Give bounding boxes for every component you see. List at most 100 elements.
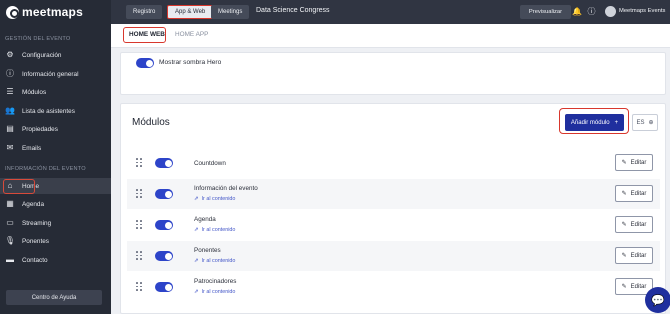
module-toggle[interactable] <box>155 282 173 292</box>
globe-icon: ⊕ <box>648 120 654 126</box>
go-to-content-link[interactable]: ⇗ Ir al contenido <box>194 227 235 233</box>
link-icon: ⇗ <box>194 258 199 264</box>
add-module-label: Añadir módulo <box>570 119 610 126</box>
avatar[interactable] <box>605 6 616 17</box>
drag-handle-icon[interactable] <box>136 189 142 198</box>
module-row-countdown: Countdown ✎ Editar <box>127 148 660 178</box>
chat-support-button[interactable]: 💬 <box>645 287 670 313</box>
subtabs-bar: HOME WEB HOME APP <box>111 24 670 48</box>
drag-handle-icon[interactable] <box>136 282 142 291</box>
hero-shadow-toggle[interactable] <box>136 58 154 68</box>
module-name: Información del evento <box>194 185 258 192</box>
users-icon: 👥 <box>5 106 15 115</box>
language-label: ES <box>636 119 645 126</box>
module-name: Agenda <box>194 216 216 223</box>
tab-meetings[interactable]: Meetings <box>211 5 250 19</box>
drag-handle-icon[interactable] <box>136 158 142 167</box>
tab-app-web[interactable]: App & Web <box>167 5 214 19</box>
drag-handle-icon[interactable] <box>136 251 142 260</box>
sidebar-item-lista-asistentes[interactable]: 👥 Lista de asistentes <box>0 103 111 119</box>
sidebar-item-emails[interactable]: ✉ Emails <box>0 140 111 156</box>
sidebar-item-configuracion[interactable]: ⚙ Configuración <box>0 47 111 63</box>
edit-button[interactable]: ✎ Editar <box>615 247 653 264</box>
sidebar-item-label: Propiedades <box>22 125 58 133</box>
calendar-icon: ▦ <box>6 199 14 208</box>
sidebar-item-propiedades[interactable]: ▤ Propiedades <box>0 121 111 137</box>
logo-text: meetmaps <box>22 5 83 19</box>
streaming-icon: ▭ <box>6 218 14 227</box>
sidebar-item-label: Streaming <box>22 219 52 227</box>
module-name: Patrocinadores <box>194 278 237 285</box>
edit-button[interactable]: ✎ Editar <box>615 216 653 233</box>
sidebar-item-modulos[interactable]: ☰ Módulos <box>0 84 111 100</box>
plus-icon: + <box>614 119 619 126</box>
microphone-icon: 🎙 <box>4 236 16 245</box>
tab-registro[interactable]: Registro <box>126 5 163 19</box>
add-module-button[interactable]: Añadir módulo + <box>565 114 624 131</box>
sidebar-item-agenda[interactable]: ▦ Agenda <box>0 196 111 212</box>
sidebar: meetmaps GESTIÓN DEL EVENTO ⚙ Configurac… <box>0 0 111 314</box>
edit-label: Editar <box>630 159 647 166</box>
link-icon: ⇗ <box>194 196 199 202</box>
user-name[interactable]: Meetmaps Events <box>619 8 665 14</box>
sidebar-item-contacto[interactable]: ▬ Contacto <box>0 252 111 268</box>
meetmaps-logo[interactable]: meetmaps <box>6 5 83 19</box>
properties-icon: ▤ <box>6 124 14 133</box>
link-icon: ⇗ <box>194 227 199 233</box>
modules-title: Módulos <box>132 117 170 128</box>
tab-home-app[interactable]: HOME APP <box>175 31 208 38</box>
sidebar-item-label: Emails <box>22 144 42 152</box>
link-icon: ⇗ <box>194 289 199 295</box>
gear-icon: ⚙ <box>6 50 14 59</box>
module-toggle[interactable] <box>155 189 173 199</box>
module-toggle[interactable] <box>155 251 173 261</box>
section-heading-info: INFORMACIÓN DEL EVENTO <box>5 166 86 172</box>
sidebar-item-streaming[interactable]: ▭ Streaming <box>0 215 111 231</box>
module-row-informacion: Información del evento ⇗ Ir al contenido… <box>127 179 660 209</box>
sidebar-item-ponentes[interactable]: 🎙 Ponentes <box>0 233 111 249</box>
sidebar-item-label: Módulos <box>22 88 47 96</box>
info-icon: ⓘ <box>6 69 14 78</box>
module-row-patrocinadores: Patrocinadores ⇗ Ir al contenido ✎ Edita… <box>127 272 660 302</box>
chat-icon: ▬ <box>6 255 14 264</box>
go-to-content-label: Ir al contenido <box>201 227 236 233</box>
edit-button[interactable]: ✎ Editar <box>615 154 653 171</box>
language-selector[interactable]: ES ⊕ <box>632 114 658 131</box>
edit-button[interactable]: ✎ Editar <box>615 185 653 202</box>
go-to-content-link[interactable]: ⇗ Ir al contenido <box>194 289 235 295</box>
edit-icon: ✎ <box>621 191 627 197</box>
module-name: Countdown <box>194 160 226 167</box>
edit-icon: ✎ <box>621 253 627 259</box>
event-title: Data Science Congress <box>256 7 330 14</box>
module-name: Ponentes <box>194 247 221 254</box>
module-toggle[interactable] <box>155 220 173 230</box>
mail-icon: ✉ <box>6 143 14 152</box>
sidebar-item-label: Información general <box>22 70 79 78</box>
sidebar-item-informacion-general[interactable]: ⓘ Información general <box>0 66 111 82</box>
go-to-content-link[interactable]: ⇗ Ir al contenido <box>194 258 235 264</box>
go-to-content-label: Ir al contenido <box>201 289 236 295</box>
logo-icon <box>6 5 19 19</box>
help-icon[interactable]: ⓘ <box>587 7 596 16</box>
hero-settings-card: Mostrar sombra Hero <box>120 52 666 95</box>
edit-label: Editar <box>630 252 647 259</box>
edit-label: Editar <box>630 190 647 197</box>
drag-handle-icon[interactable] <box>136 220 142 229</box>
tab-home-web[interactable]: HOME WEB <box>129 31 165 38</box>
help-center-button[interactable]: Centro de Ayuda <box>6 290 102 305</box>
go-to-content-link[interactable]: ⇗ Ir al contenido <box>194 196 235 202</box>
module-toggle[interactable] <box>155 158 173 168</box>
bell-icon[interactable]: 🔔 <box>572 7 582 16</box>
module-row-agenda: Agenda ⇗ Ir al contenido ✎ Editar <box>127 210 660 240</box>
sidebar-item-label: Configuración <box>22 51 62 59</box>
sidebar-item-label: Contacto <box>22 256 48 264</box>
edit-icon: ✎ <box>621 284 627 290</box>
preview-button[interactable]: Previsualizar <box>520 5 571 19</box>
sidebar-item-label: Ponentes <box>22 237 50 245</box>
go-to-content-label: Ir al contenido <box>201 196 236 202</box>
edit-icon: ✎ <box>621 160 627 166</box>
go-to-content-label: Ir al contenido <box>201 258 236 264</box>
home-highlight-outline <box>3 179 35 194</box>
list-icon: ☰ <box>6 87 14 96</box>
edit-label: Editar <box>630 221 647 228</box>
